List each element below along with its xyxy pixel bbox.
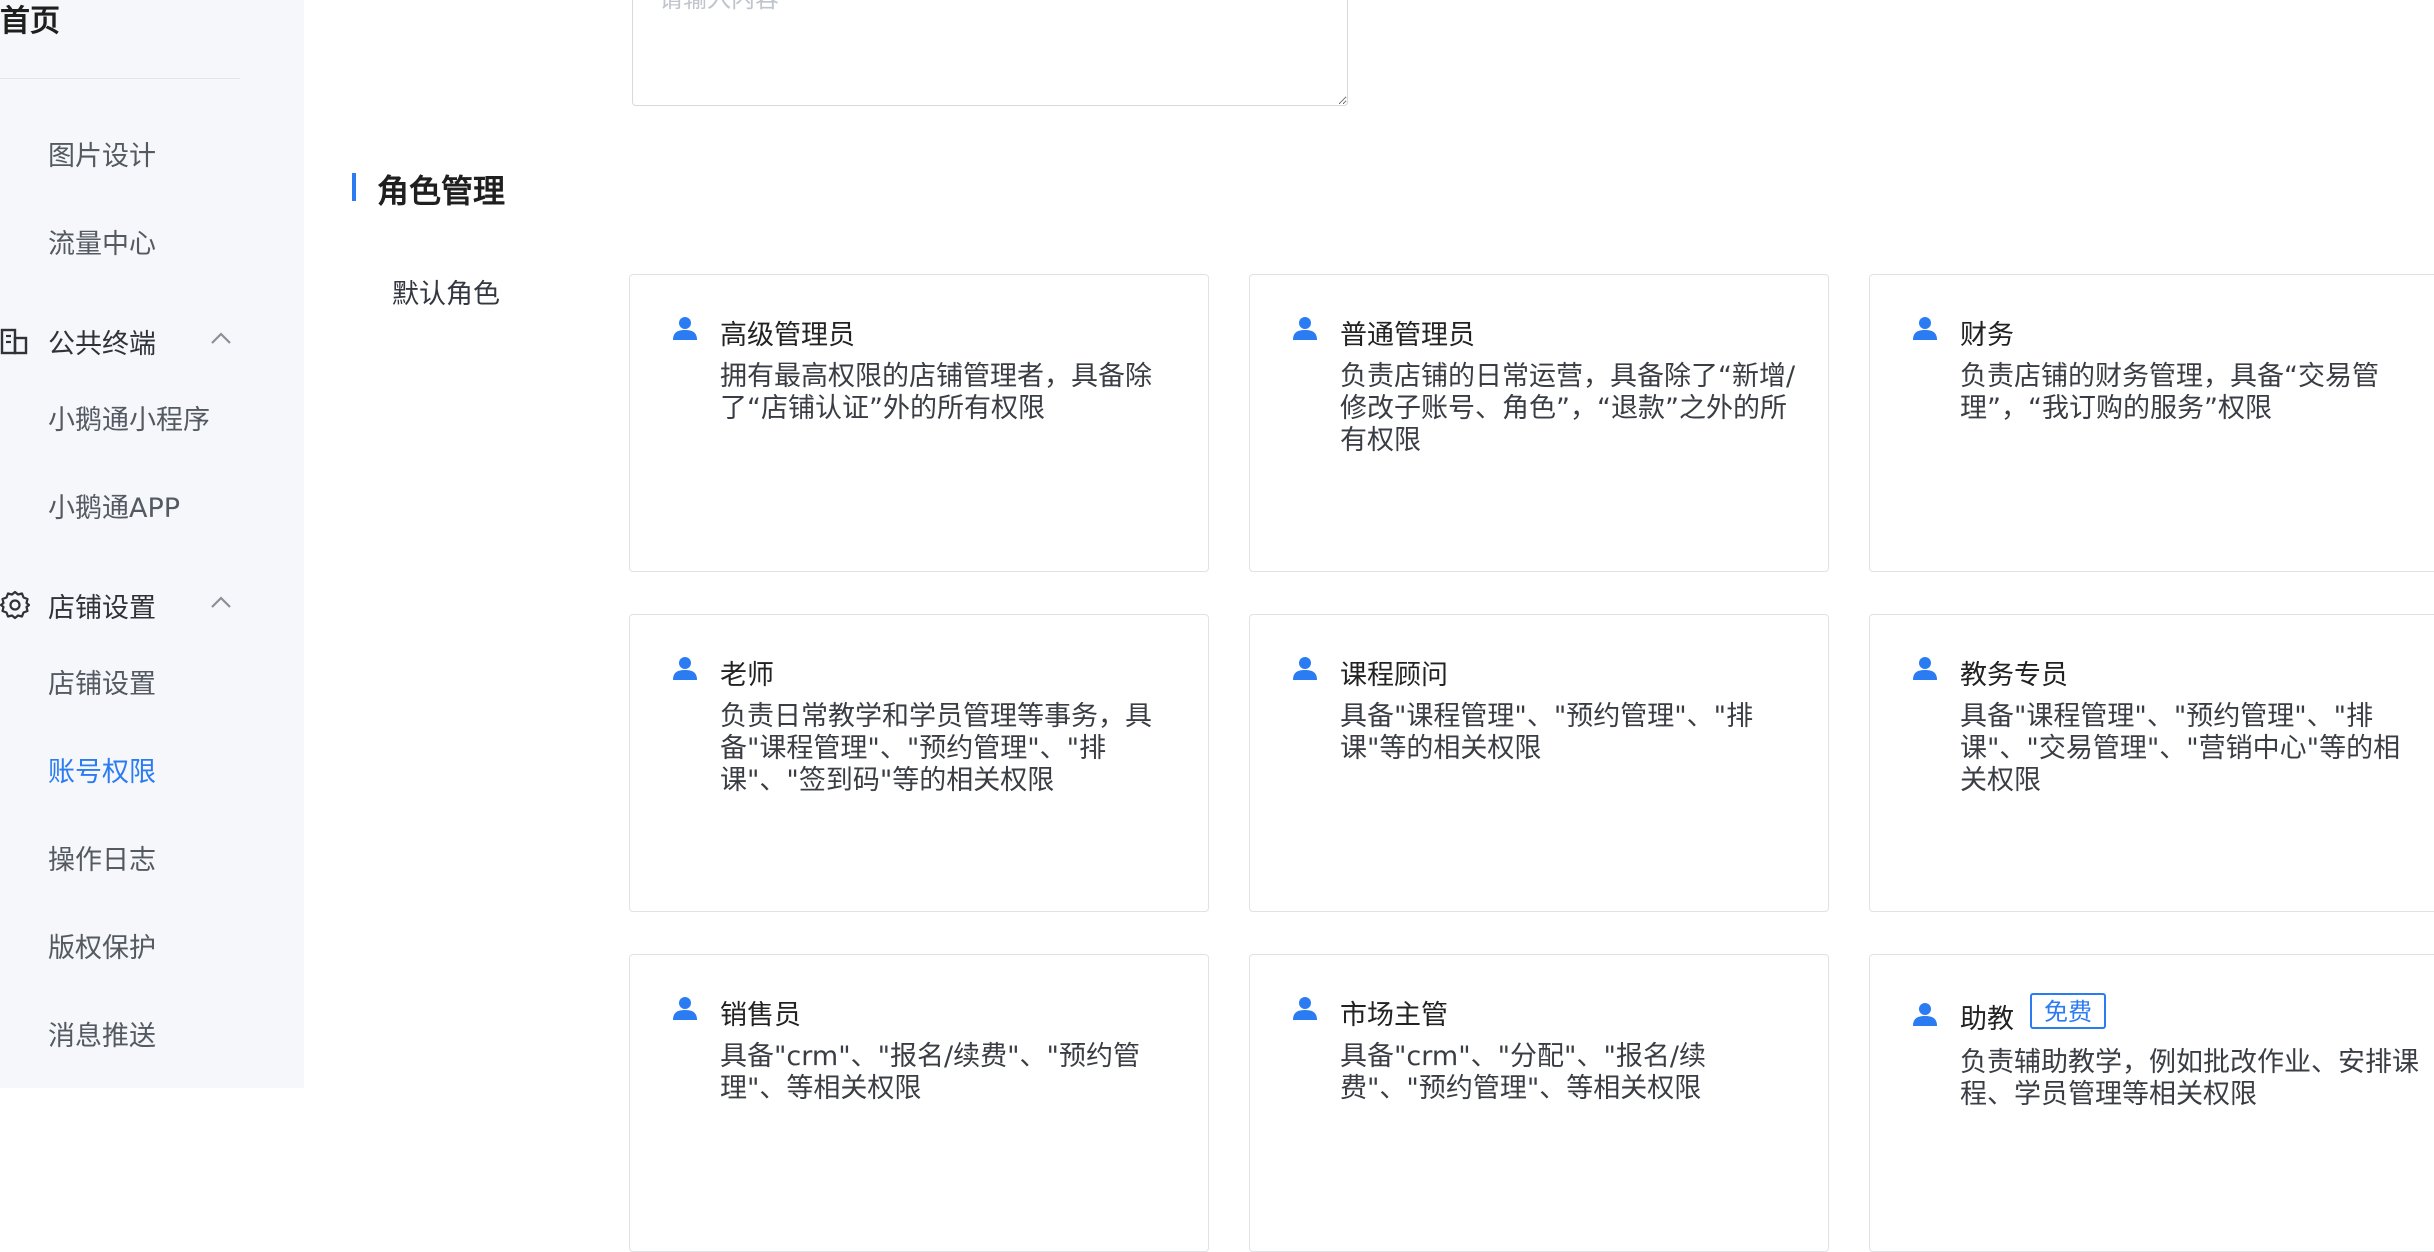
sidebar-divider [0, 78, 240, 79]
role-card-admin[interactable]: 普通管理员 负责店铺的日常运营，具备除了“新增/修改子账号、角色”，“退款”之外… [1249, 274, 1829, 572]
role-name: 高级管理员 [720, 320, 855, 351]
role-description: 具备"课程管理"、"预约管理"、"排课"等的相关权限 [1340, 701, 1754, 764]
role-description: 具备"课程管理"、"预约管理"、"排课"、"交易管理"、"营销中心"等的相关权限 [1960, 701, 2401, 796]
sidebar-item-traffic-center[interactable]: 流量中心 [48, 222, 156, 261]
user-icon [1293, 657, 1317, 680]
chevron-up-icon[interactable] [210, 595, 232, 609]
sidebar-home[interactable]: 首页 [0, 0, 60, 48]
section-accent-bar [352, 173, 356, 201]
role-card-senior-admin[interactable]: 高级管理员 拥有最高权限的店铺管理者，具备除了“店铺认证”外的所有权限 [629, 274, 1209, 572]
sidebar-group-label: 店铺设置 [48, 593, 156, 624]
sidebar-item-account-permissions[interactable]: 账号权限 [48, 750, 156, 789]
role-description: 拥有最高权限的店铺管理者，具备除了“店铺认证”外的所有权限 [720, 361, 1152, 424]
role-name: 财务 [1960, 320, 2014, 351]
user-icon [1293, 997, 1317, 1020]
sidebar-item-copyright-protection[interactable]: 版权保护 [48, 926, 156, 965]
role-card-course-advisor[interactable]: 课程顾问 具备"课程管理"、"预约管理"、"排课"等的相关权限 [1249, 614, 1829, 912]
sidebar-item-message-push[interactable]: 消息推送 [48, 1014, 156, 1053]
sidebar: 首页 图片设计 流量中心 公共终端 小鹅通小程序 小鹅通APP 店铺设置 店铺设… [0, 0, 304, 1088]
sidebar-item-operation-log[interactable]: 操作日志 [48, 838, 156, 877]
user-icon [1913, 317, 1937, 340]
sidebar-group-public-terminal[interactable]: 公共终端 [0, 320, 240, 360]
role-card-academic-specialist[interactable]: 教务专员 具备"课程管理"、"预约管理"、"排课"、"交易管理"、"营销中心"等… [1869, 614, 2434, 912]
sidebar-item-mini-program[interactable]: 小鹅通小程序 [48, 398, 210, 437]
role-name: 课程顾问 [1340, 660, 1448, 691]
role-name: 教务专员 [1960, 660, 2068, 691]
sidebar-item-app[interactable]: 小鹅通APP [48, 486, 180, 525]
role-name: 销售员 [720, 1000, 801, 1031]
role-description: 负责辅助教学，例如批改作业、安排课程、学员管理等相关权限 [1960, 1047, 2419, 1110]
free-badge: 免费 [2030, 993, 2106, 1029]
main-content: 角色管理 默认角色 高级管理员 拥有最高权限的店铺管理者，具备除了“店铺认证”外… [304, 0, 2434, 1252]
role-description: 负责日常教学和学员管理等事务，具备"课程管理"、"预约管理"、"排课"、"签到码… [720, 701, 1152, 796]
role-description: 负责店铺的财务管理，具备“交易管理”，“我订购的服务”权限 [1960, 361, 2379, 424]
sidebar-item-image-design[interactable]: 图片设计 [48, 134, 156, 173]
user-icon [1293, 317, 1317, 340]
section-title: 角色管理 [377, 172, 506, 210]
gear-icon [0, 590, 30, 620]
role-name: 老师 [720, 660, 774, 691]
role-name: 市场主管 [1340, 1000, 1448, 1031]
role-description: 负责店铺的日常运营，具备除了“新增/修改子账号、角色”，“退款”之外的所有权限 [1340, 361, 1796, 456]
role-card-sales[interactable]: 销售员 具备"crm"、"报名/续费"、"预约管理"、等相关权限 [629, 954, 1209, 1252]
user-icon [673, 317, 697, 340]
role-card-teacher[interactable]: 老师 负责日常教学和学员管理等事务，具备"课程管理"、"预约管理"、"排课"、"… [629, 614, 1209, 912]
role-card-teaching-assistant[interactable]: 助教 免费 负责辅助教学，例如批改作业、安排课程、学员管理等相关权限 [1869, 954, 2434, 1252]
role-description: 具备"crm"、"分配"、"报名/续费"、"预约管理"、等相关权限 [1340, 1041, 1706, 1104]
sidebar-group-store-settings[interactable]: 店铺设置 [0, 584, 240, 624]
default-role-label: 默认角色 [392, 279, 500, 310]
role-description: 具备"crm"、"报名/续费"、"预约管理"、等相关权限 [720, 1041, 1140, 1104]
sidebar-group-label: 公共终端 [48, 329, 156, 360]
role-card-marketing-manager[interactable]: 市场主管 具备"crm"、"分配"、"报名/续费"、"预约管理"、等相关权限 [1249, 954, 1829, 1252]
chevron-up-icon[interactable] [210, 331, 232, 345]
role-card-finance[interactable]: 财务 负责店铺的财务管理，具备“交易管理”，“我订购的服务”权限 [1869, 274, 2434, 572]
user-icon [673, 657, 697, 680]
user-icon [673, 997, 697, 1020]
sidebar-item-store-settings[interactable]: 店铺设置 [48, 662, 156, 701]
building-icon [0, 328, 28, 355]
user-icon [1913, 657, 1937, 680]
user-icon [1913, 1003, 1937, 1026]
content-textarea[interactable] [632, 0, 1348, 106]
role-name: 普通管理员 [1340, 320, 1475, 351]
role-name: 助教 [1960, 1004, 2014, 1035]
